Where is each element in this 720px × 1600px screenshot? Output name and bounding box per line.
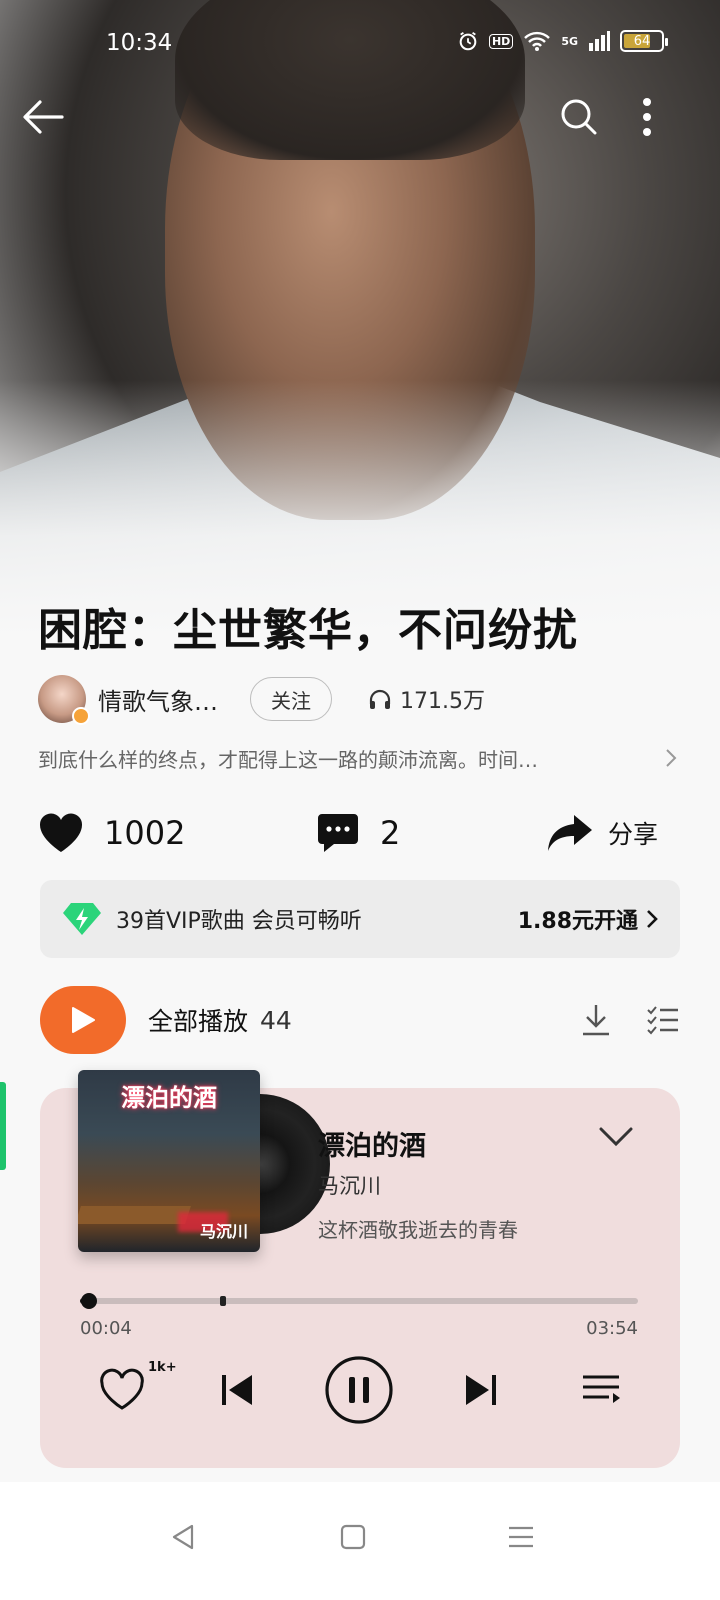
headphones-icon <box>369 689 391 709</box>
status-bar: 10:34 HD 5G 64 <box>0 0 720 90</box>
current-time: 00:04 <box>80 1318 132 1339</box>
playlist-title: 困腔：尘世繁华，不问纷扰 <box>38 605 578 656</box>
share-action[interactable]: 分享 <box>546 806 658 860</box>
collapse-button[interactable] <box>596 1122 636 1152</box>
vip-open-button[interactable]: 1.88元开通 <box>518 903 658 935</box>
next-button[interactable] <box>456 1354 506 1426</box>
status-time: 10:34 <box>106 30 173 56</box>
download-icon[interactable] <box>580 1003 612 1037</box>
skip-previous-icon <box>222 1375 252 1405</box>
song-artist[interactable]: 马沉川 <box>318 1170 381 1200</box>
progress-bar[interactable] <box>80 1293 638 1309</box>
heart-outline-icon <box>100 1368 144 1410</box>
vip-banner[interactable]: 39首VIP歌曲 会员可畅听 1.88元开通 <box>40 880 680 958</box>
comment-icon <box>318 814 358 852</box>
action-row: 1002 2 分享 <box>38 806 678 860</box>
nav-back-icon <box>172 1524 194 1550</box>
nav-back-button[interactable] <box>158 1512 208 1562</box>
play-all-label[interactable]: 全部播放 <box>148 1002 248 1038</box>
comment-count: 2 <box>380 814 401 852</box>
hd-badge: HD <box>488 33 514 49</box>
cover-table <box>78 1206 191 1224</box>
favorite-button[interactable]: 1k+ <box>92 1354 177 1426</box>
cover-title: 漂泊的酒 <box>121 1083 217 1112</box>
share-label: 分享 <box>608 820 659 849</box>
buffer-marker <box>219 1296 226 1306</box>
author-row: 情歌气象… 关注 171.5万 <box>38 675 678 725</box>
total-time: 03:54 <box>586 1318 638 1339</box>
chevron-down-icon <box>599 1127 633 1147</box>
nav-menu-icon <box>509 1526 533 1548</box>
nav-menu-button[interactable] <box>496 1512 546 1562</box>
more-button[interactable] <box>622 92 672 142</box>
like-action[interactable]: 1002 <box>38 806 185 860</box>
nav-home-icon <box>340 1524 366 1550</box>
playlist-queue-button[interactable] <box>576 1354 626 1426</box>
alarm-icon <box>459 31 477 51</box>
signal-label: 5G <box>561 34 578 48</box>
song-title: 漂泊的酒 <box>318 1131 426 1162</box>
like-count: 1002 <box>104 814 186 852</box>
vip-diamond-icon <box>63 903 101 935</box>
play-count-value: 171.5万 <box>400 689 485 714</box>
play-all-row: 全部播放 44 <box>40 986 680 1054</box>
system-nav-bar <box>0 1482 720 1600</box>
progress-knob[interactable] <box>81 1293 98 1309</box>
track-count: 44 <box>260 1005 292 1035</box>
status-icons: HD 5G 64 <box>457 30 668 52</box>
chevron-right-icon <box>647 910 658 928</box>
favorite-count: 1k+ <box>148 1360 177 1375</box>
search-icon <box>561 99 597 135</box>
vip-cta-text: 1.88元开通 <box>517 909 638 934</box>
battery-level: 64 <box>633 33 651 49</box>
previous-button[interactable] <box>212 1354 262 1426</box>
signal-icon <box>589 31 610 51</box>
vip-label: 39首VIP歌曲 会员可畅听 <box>116 909 362 934</box>
battery-icon: 64 <box>620 30 668 52</box>
album-cover[interactable]: 漂泊的酒 马沉川 <box>78 1070 260 1252</box>
author-name[interactable]: 情歌气象… <box>98 682 238 717</box>
skip-next-icon <box>466 1375 496 1405</box>
play-icon <box>72 1007 95 1033</box>
nav-home-button[interactable] <box>328 1512 378 1562</box>
play-count: 171.5万 <box>368 683 485 715</box>
multi-select-icon[interactable] <box>646 1005 680 1035</box>
heart-icon <box>39 813 83 852</box>
author-avatar[interactable] <box>38 675 90 725</box>
pause-icon <box>325 1356 393 1424</box>
mini-player-card: 漂泊的酒 马沉川 漂泊的酒 马沉川 这杯酒敬我逝去的青春 00:04 03:54… <box>40 1070 680 1468</box>
follow-button[interactable]: 关注 <box>250 677 332 721</box>
more-vertical-icon <box>643 98 651 136</box>
queue-icon <box>583 1375 620 1403</box>
play-all-tools <box>580 1003 680 1037</box>
comment-action[interactable]: 2 <box>316 806 400 860</box>
side-indicator <box>0 1082 6 1170</box>
chevron-right-icon <box>666 749 677 767</box>
playlist-description[interactable]: 到底什么样的终点，才配得上这一路的颠沛流离。时间… <box>38 742 678 774</box>
wifi-icon <box>524 31 551 51</box>
share-icon <box>548 815 592 851</box>
description-text: 到底什么样的终点，才配得上这一路的颠沛流离。时间… <box>38 747 538 772</box>
header-artwork <box>0 0 720 640</box>
song-subtitle: 这杯酒敬我逝去的青春 <box>318 1218 518 1242</box>
back-button[interactable] <box>18 92 68 142</box>
back-arrow-icon <box>23 100 64 134</box>
avatar-badge-icon <box>72 707 90 725</box>
play-all-button[interactable] <box>40 986 126 1054</box>
pause-button[interactable] <box>323 1354 395 1426</box>
cover-signature: 马沉川 <box>199 1222 248 1241</box>
player-controls: 1k+ <box>40 1354 680 1426</box>
search-button[interactable] <box>554 92 604 142</box>
